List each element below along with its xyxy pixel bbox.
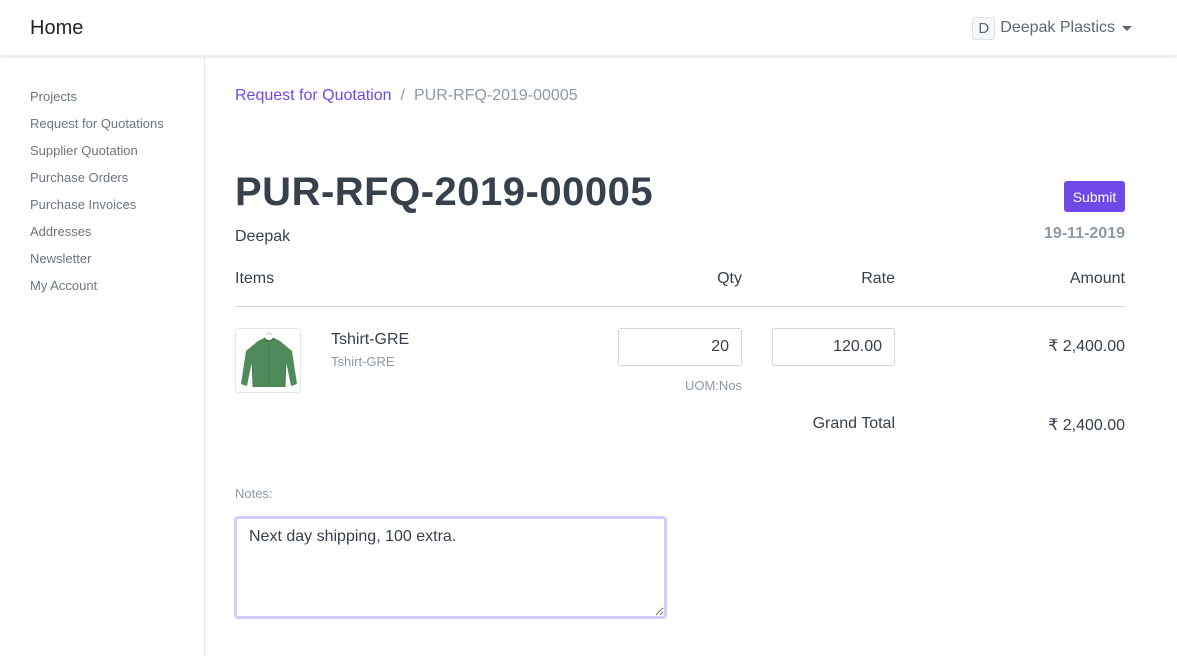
sidebar-item-purchase-orders[interactable]: Purchase Orders	[0, 169, 204, 196]
sidebar-item-newsletter[interactable]: Newsletter	[0, 250, 204, 277]
avatar: D	[972, 16, 996, 40]
breadcrumb: Request for Quotation / PUR-RFQ-2019-000…	[235, 87, 578, 105]
transaction-date: 19-11-2019	[1044, 225, 1125, 242]
sidebar: Projects Request for Quotations Supplier…	[0, 57, 205, 656]
sidebar-item-supplier-quotation[interactable]: Supplier Quotation	[0, 142, 204, 169]
item-amount: ₹ 2,400.00	[1048, 338, 1125, 355]
supplier-name: Deepak	[235, 228, 291, 245]
notes-textarea[interactable]: Next day shipping, 100 extra.	[234, 516, 667, 619]
table-divider	[235, 306, 1126, 307]
amount-header: Amount	[1069, 270, 1125, 287]
top-navbar: Home D Deepak Plastics	[0, 0, 1177, 56]
breadcrumb-separator: /	[400, 87, 405, 104]
notes-label: Notes:	[235, 486, 273, 501]
rate-header: Rate	[861, 270, 895, 287]
uom-label: UOM:Nos	[684, 378, 742, 393]
sidebar-item-purchase-invoices[interactable]: Purchase Invoices	[0, 196, 204, 223]
submit-button[interactable]: Submit	[1064, 181, 1125, 212]
grand-total-label: Grand Total	[812, 415, 895, 432]
item-name: Tshirt-GRE	[331, 331, 410, 348]
sidebar-item-request-for-quotations[interactable]: Request for Quotations	[0, 115, 204, 142]
item-code: Tshirt-GRE	[331, 354, 395, 369]
user-name: Deepak Plastics	[1000, 19, 1115, 36]
breadcrumb-current: PUR-RFQ-2019-00005	[414, 87, 578, 104]
page-title: PUR-RFQ-2019-00005	[235, 170, 654, 214]
main-content: Request for Quotation / PUR-RFQ-2019-000…	[234, 57, 1126, 656]
sidebar-item-my-account[interactable]: My Account	[0, 277, 204, 304]
user-menu-dropdown[interactable]: D Deepak Plastics	[972, 16, 1132, 40]
sidebar-item-addresses[interactable]: Addresses	[0, 223, 204, 250]
chevron-down-icon	[1122, 25, 1132, 31]
qty-input[interactable]	[618, 328, 742, 366]
item-image	[235, 328, 301, 393]
rate-input[interactable]	[772, 328, 895, 366]
green-tshirt-icon	[236, 329, 300, 392]
grand-total-value: ₹ 2,400.00	[1048, 417, 1125, 434]
breadcrumb-parent-link[interactable]: Request for Quotation	[235, 87, 392, 105]
qty-header: Qty	[717, 270, 742, 287]
home-link[interactable]: Home	[30, 17, 83, 40]
items-header: Items	[235, 270, 275, 287]
sidebar-item-projects[interactable]: Projects	[0, 88, 204, 115]
